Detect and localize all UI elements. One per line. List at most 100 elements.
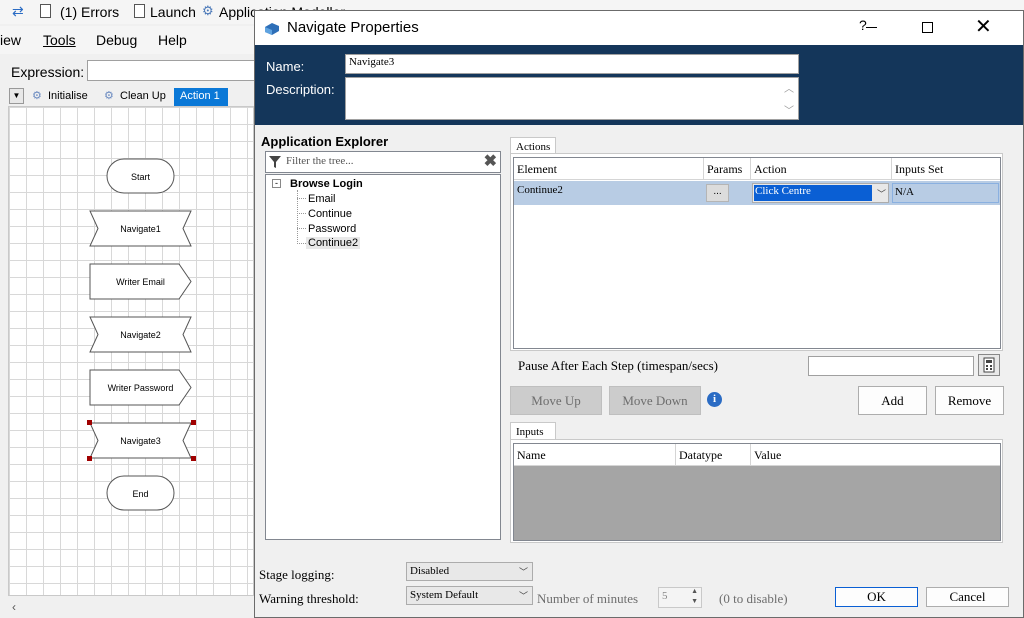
expression-label: Expression: (11, 64, 85, 80)
inputs-grid-header: Name Datatype Value (514, 444, 1000, 466)
dialog-titlebar[interactable]: Navigate Properties ? ✕ (255, 11, 1023, 45)
scroll-left-icon[interactable]: ‹ (12, 600, 16, 614)
selection-handle[interactable] (191, 420, 196, 425)
flow-node-navigate1[interactable]: Navigate1 (89, 210, 192, 247)
tab-dropdown-button[interactable]: ▼ (9, 88, 24, 104)
errors-button[interactable]: (1) Errors (60, 4, 119, 20)
tab-clean-up[interactable]: ⚙ Clean Up (100, 88, 170, 106)
minimize-button[interactable] (866, 27, 877, 28)
column-params[interactable]: Params (704, 158, 751, 180)
filter-input[interactable]: Filter the tree... (286, 155, 354, 167)
warning-threshold-dropdown[interactable]: System Default ﹀ (406, 586, 533, 605)
process-canvas[interactable]: Start Navigate1 Writer Email Navigate2 W… (8, 106, 254, 596)
selection-handle[interactable] (191, 456, 196, 461)
background-menubar: iew Tools Debug Help (0, 26, 260, 54)
selection-handle[interactable] (87, 420, 92, 425)
column-name[interactable]: Name (514, 444, 676, 466)
close-button[interactable]: ✕ (975, 14, 992, 39)
disable-hint: (0 to disable) (719, 591, 788, 606)
actions-tab[interactable]: Actions (510, 137, 556, 154)
params-button[interactable]: ... (706, 184, 729, 202)
menu-view[interactable]: iew (0, 32, 21, 48)
menu-help[interactable]: Help (158, 32, 187, 48)
tab-action-1[interactable]: Action 1 (174, 88, 228, 106)
actions-grid: Element Params Action Inputs Set Continu… (513, 157, 1001, 349)
calculator-icon[interactable] (978, 354, 1000, 376)
stepper-down-icon[interactable]: ▼ (691, 598, 698, 605)
expression-bar: Expression: (0, 58, 260, 84)
flow-node-navigate2[interactable]: Navigate2 (89, 316, 192, 353)
row-inputs-set: N/A (892, 183, 999, 203)
selection-handle[interactable] (87, 456, 92, 461)
column-inputs-set[interactable]: Inputs Set (892, 158, 1000, 180)
filter-box[interactable]: Filter the tree... ✖ (265, 151, 501, 173)
inputs-grid: Name Datatype Value (513, 443, 1001, 541)
inputs-tab[interactable]: Inputs (510, 422, 556, 440)
minutes-label: Number of minutes (537, 591, 639, 606)
canvas-horizontal-scrollbar[interactable]: ‹ (0, 598, 254, 618)
column-action[interactable]: Action (751, 158, 892, 180)
tree-item-email[interactable]: Email (308, 193, 336, 205)
column-datatype[interactable]: Datatype (676, 444, 751, 466)
name-input[interactable]: Navigate3 (345, 54, 799, 74)
page-icon: ⚙ (32, 90, 42, 102)
name-label: Name: (266, 59, 305, 74)
warning-threshold-value: System Default (410, 589, 479, 601)
column-value[interactable]: Value (751, 444, 1000, 466)
tree-connector (297, 228, 306, 229)
flow-node-writer-password[interactable]: Writer Password (89, 369, 192, 406)
page-tab-strip: ▼ ⚙ Initialise ⚙ Clean Up Action 1 (0, 86, 260, 106)
move-up-button[interactable]: Move Up (510, 386, 602, 415)
add-button[interactable]: Add (858, 386, 927, 415)
launch-button[interactable]: Launch (150, 4, 196, 20)
expression-input[interactable] (87, 60, 260, 81)
chevron-down-icon: ﹀ (876, 189, 886, 199)
tab-initialise[interactable]: ⚙ Initialise (28, 88, 92, 106)
inputs-tab-label: Inputs (516, 426, 544, 438)
flow-node-writer-email[interactable]: Writer Email (89, 263, 192, 300)
flow-node-label: Navigate2 (120, 330, 161, 340)
flow-node-start[interactable]: Start (106, 158, 175, 194)
minutes-stepper[interactable]: 5 ▲ ▼ (658, 587, 702, 608)
flow-node-label: Navigate3 (120, 436, 161, 446)
stage-logging-dropdown[interactable]: Disabled ﹀ (406, 562, 533, 581)
refresh-icon[interactable]: ⇄ (12, 3, 24, 20)
scroll-up-icon[interactable]: ︿ (784, 80, 794, 95)
tab-clean-up-label: Clean Up (120, 90, 166, 102)
flow-node-label: Navigate1 (120, 224, 161, 234)
stepper-up-icon[interactable]: ▲ (691, 588, 698, 595)
tree-item-continue[interactable]: Continue (308, 208, 352, 220)
column-element[interactable]: Element (514, 158, 704, 180)
flow-node-end[interactable]: End (106, 475, 175, 511)
description-input[interactable]: ︿ ﹀ (345, 77, 799, 120)
tab-action-1-label: Action 1 (180, 90, 220, 102)
tree-item-password[interactable]: Password (308, 223, 356, 235)
ok-button[interactable]: OK (835, 587, 918, 607)
actions-tab-label: Actions (516, 141, 551, 153)
tree-item-browse-login[interactable]: Browse Login (290, 178, 363, 190)
cancel-button[interactable]: Cancel (926, 587, 1009, 607)
tree-item-continue2[interactable]: Continue2 (306, 237, 361, 249)
chevron-down-icon: ﹀ (518, 567, 528, 577)
clear-filter-icon[interactable]: ✖ (484, 151, 497, 171)
params-button-label: ... (713, 186, 722, 197)
navigate-properties-dialog: Navigate Properties ? ✕ Name: Navigate3 … (254, 10, 1024, 618)
menu-debug[interactable]: Debug (96, 32, 137, 48)
warning-threshold-label: Warning threshold: (259, 591, 359, 606)
move-up-label: Move Up (531, 393, 581, 408)
scroll-down-icon[interactable]: ﹀ (784, 102, 794, 117)
remove-button[interactable]: Remove (935, 386, 1004, 415)
help-button[interactable]: ? (859, 17, 867, 33)
info-icon[interactable]: i (707, 392, 722, 407)
table-row[interactable]: Continue2 ... Click Centre ﹀ N/A (514, 181, 1000, 205)
maximize-button[interactable] (922, 22, 933, 33)
move-down-button[interactable]: Move Down (609, 386, 701, 415)
collapse-icon[interactable]: - (272, 179, 281, 188)
explorer-tree: - Browse Login Email Continue Password C… (265, 174, 501, 540)
menu-tools[interactable]: Tools (43, 32, 76, 48)
flow-node-label: End (132, 489, 148, 499)
action-dropdown[interactable]: Click Centre ﹀ (752, 183, 889, 203)
pause-input[interactable] (808, 356, 974, 376)
minutes-value: 5 (662, 590, 668, 602)
flow-node-navigate3[interactable]: Navigate3 (87, 420, 196, 461)
